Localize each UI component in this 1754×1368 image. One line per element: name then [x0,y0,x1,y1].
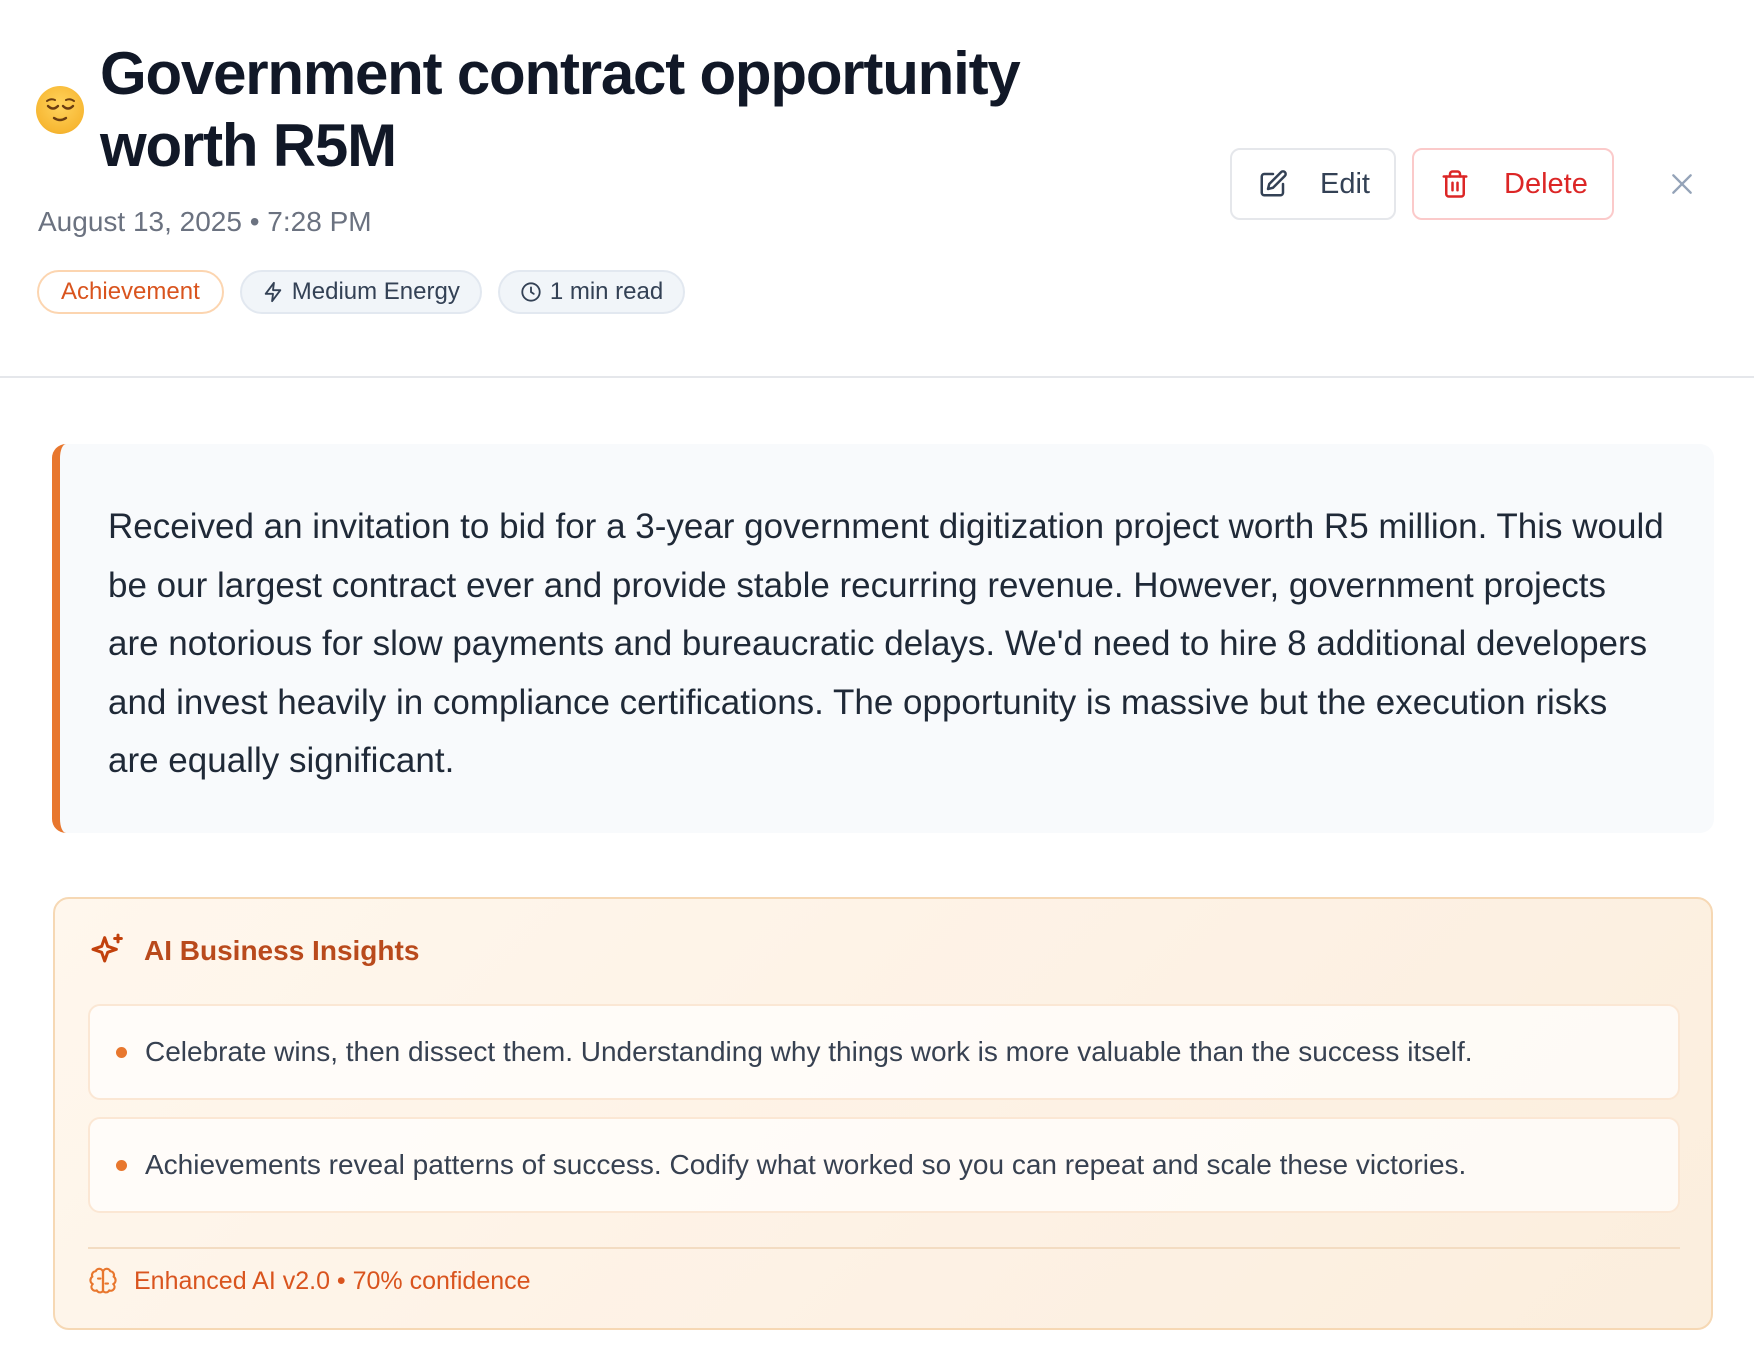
energy-badge-label: Medium Energy [291,278,460,305]
entry-header: Government contract opportunity worth R5… [0,0,1754,378]
insight-item: Celebrate wins, then dissect them. Under… [88,1004,1680,1100]
insights-divider [88,1247,1680,1249]
energy-badge: Medium Energy [239,270,482,314]
read-time-badge-label: 1 min read [549,278,664,305]
delete-button-label: Delete [1504,167,1588,200]
insight-text: Celebrate wins, then dissect them. Under… [145,1036,1473,1067]
read-time-badge: 1 min read [497,270,686,314]
category-badge: Achievement [37,270,224,314]
title-row: Government contract opportunity worth R5… [36,38,1060,182]
bullet-dot [116,1159,127,1171]
delete-button[interactable]: Delete [1412,148,1614,220]
entry-tags: Achievement Medium Energy 1 min read [37,270,686,314]
journal-entry-detail: Government contract opportunity worth R5… [0,0,1754,1368]
clock-icon [521,282,541,302]
insight-item: Achievements reveal patterns of success.… [88,1117,1680,1213]
entry-date-time: August 13, 2025 • 7:28 PM [38,206,372,237]
ai-model-confidence: Enhanced AI v2.0 • 70% confidence [134,1266,531,1295]
bullet-dot [116,1046,127,1058]
ai-insights-header: AI Business Insights [88,931,419,971]
entry-content-text: Received an invitation to bid for a 3-ye… [108,507,1664,780]
edit-button[interactable]: Edit [1230,148,1396,220]
brain-icon [89,1267,117,1294]
edit-button-label: Edit [1320,167,1370,200]
trash-icon [1442,170,1468,198]
relieved-face-emoji-icon [36,86,84,134]
entry-content-card: Received an invitation to bid for a 3-ye… [52,444,1714,833]
edit-icon [1260,170,1287,197]
insight-text: Achievements reveal patterns of success.… [145,1149,1467,1180]
entry-title: Government contract opportunity worth R5… [100,40,1021,179]
sparkles-icon [91,933,123,963]
close-icon [1672,174,1692,194]
entry-actions: Edit Delete [1230,148,1706,220]
ai-insights-title: AI Business Insights [144,935,420,966]
close-button[interactable] [1658,160,1706,208]
ai-insights-panel: AI Business Insights Celebrate wins, the… [53,897,1713,1330]
lightning-icon [264,281,281,303]
ai-insights-footer: Enhanced AI v2.0 • 70% confidence [88,1266,531,1296]
category-badge-label: Achievement [61,278,200,305]
